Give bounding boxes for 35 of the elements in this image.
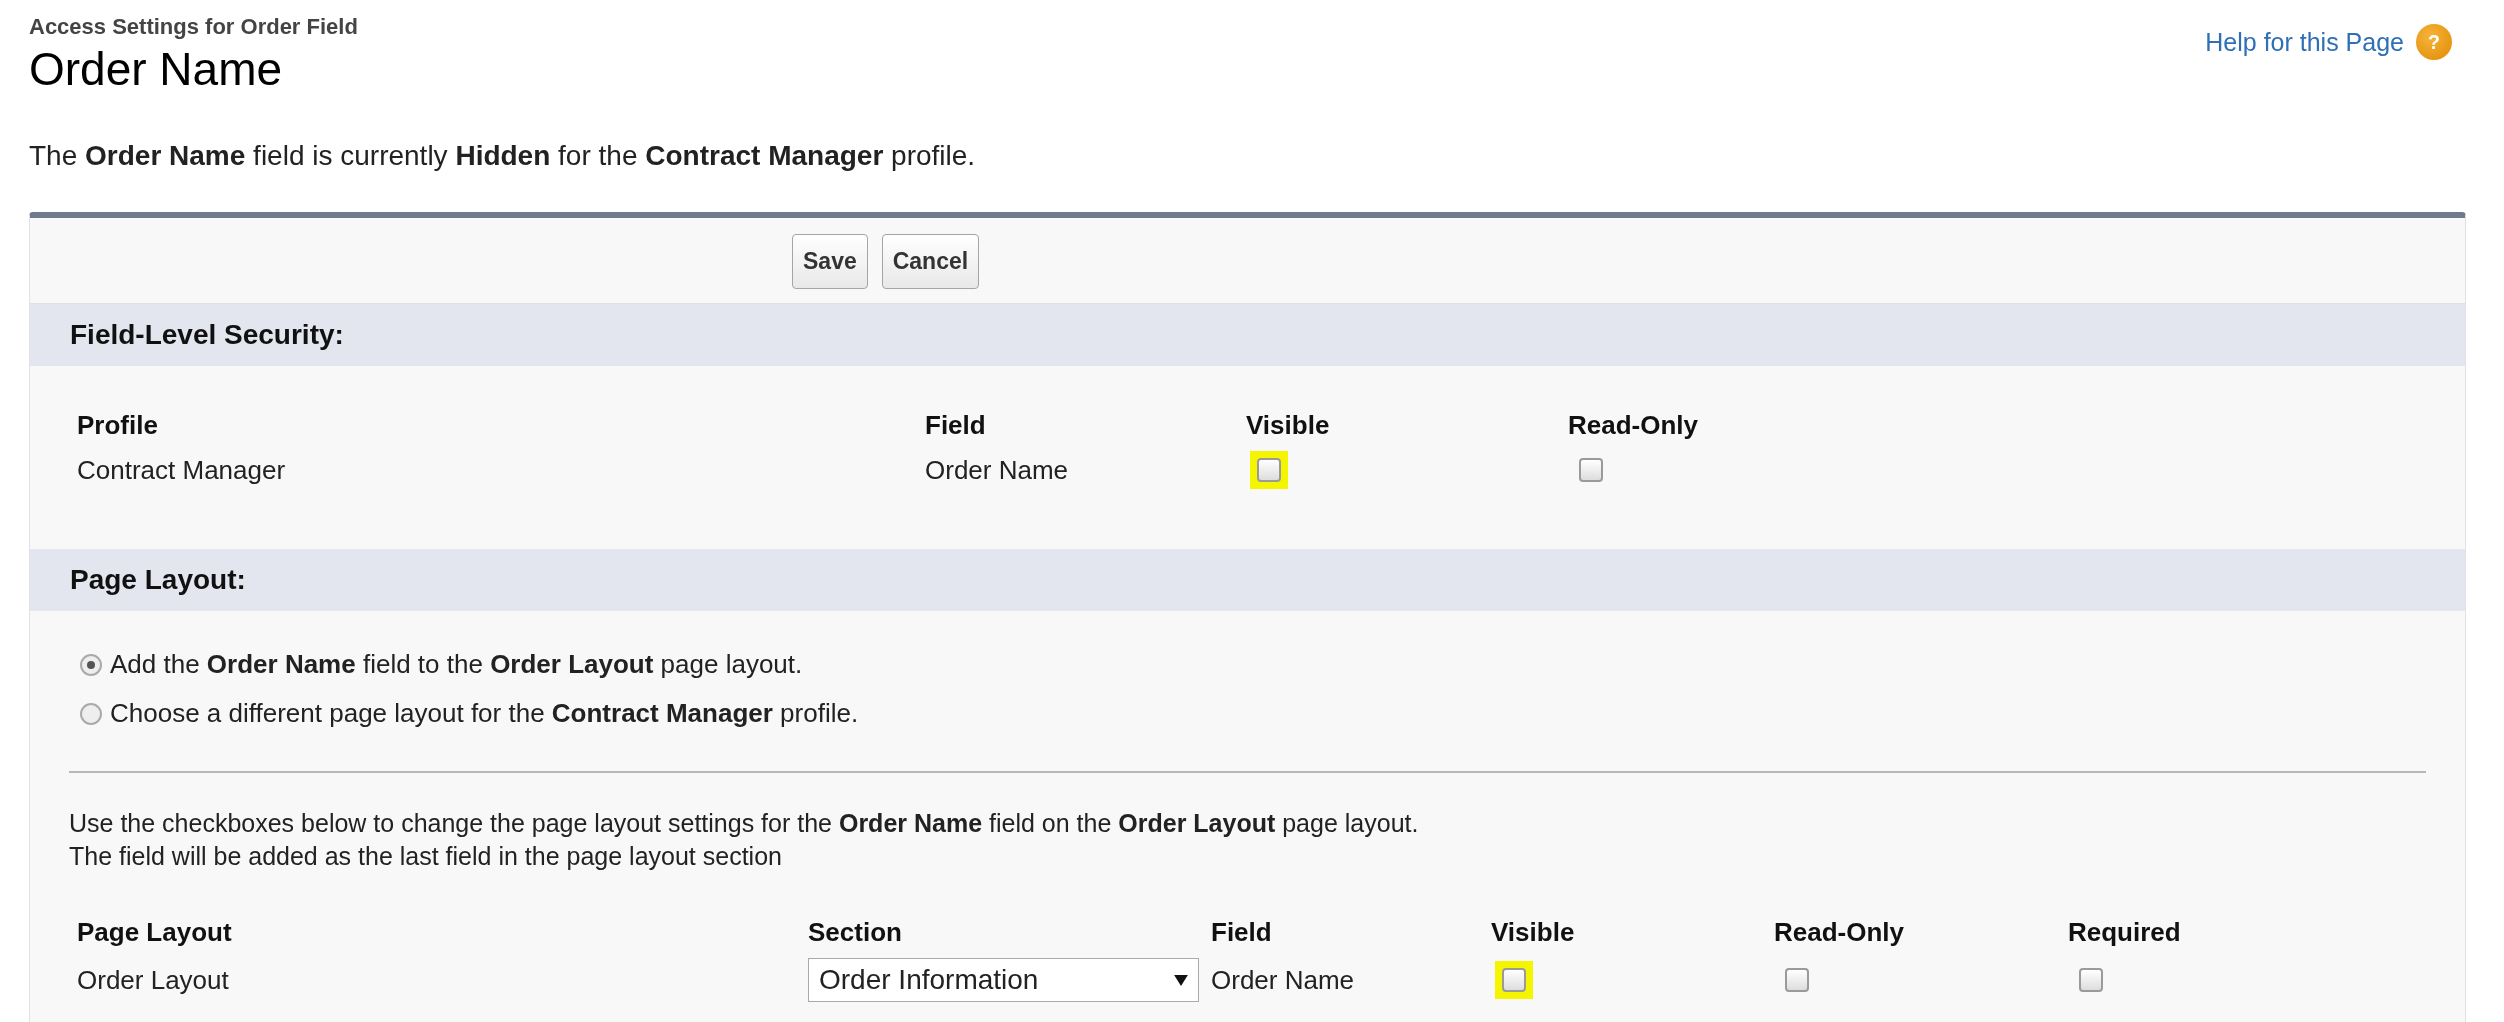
section-header: Page Layout: xyxy=(30,549,2465,611)
column-header: Required xyxy=(2068,917,2181,947)
instruction-text: Use the checkboxes below to change the page layout settings for the Order Name field on the Order Layout page layout. xyxy=(69,808,1420,839)
column-header: Profile xyxy=(77,410,158,440)
column-header: Field xyxy=(925,410,986,440)
status-message: The Order Name field is currently Hidden for the Contract Manager profile. xyxy=(29,140,977,172)
table-cell: Order Name xyxy=(1211,964,1355,995)
page-title: Order Name xyxy=(29,42,284,96)
column-header: Read-Only xyxy=(1568,410,1699,440)
help-link[interactable]: Help for this Page xyxy=(2205,27,2404,57)
radio-button[interactable] xyxy=(80,653,102,676)
column-header: Visible xyxy=(1491,917,1575,947)
column-header: Page Layout xyxy=(77,917,232,947)
caret-icon xyxy=(1174,974,1188,986)
radio-label: Choose a different page layout for the Contract Manager profile. xyxy=(110,698,859,729)
section-dropdown[interactable]: Order Information xyxy=(808,958,1199,1002)
column-header: Visible xyxy=(1246,410,1330,440)
checkbox[interactable] xyxy=(1257,458,1281,482)
action-button[interactable]: Save xyxy=(792,234,868,289)
column-header: Read-Only xyxy=(1774,917,1905,947)
instruction-text: The field will be added as the last field in the page layout section xyxy=(69,841,783,872)
page-breadcrumb: Access Settings for Order Field xyxy=(29,14,358,40)
section-header: Field-Level Security: xyxy=(30,304,2465,366)
checkbox[interactable] xyxy=(1502,968,1526,992)
checkbox[interactable] xyxy=(2079,968,2103,992)
table-cell: Order Name xyxy=(925,454,1069,485)
table-cell: Contract Manager xyxy=(77,454,286,485)
checkbox[interactable] xyxy=(1785,968,1809,992)
checkbox[interactable] xyxy=(1579,458,1603,482)
action-button[interactable]: Cancel xyxy=(881,234,980,289)
column-header: Field xyxy=(1211,917,1272,947)
column-header: Section xyxy=(808,917,902,947)
radio-label: Add the Order Name field to the Order Layout page layout. xyxy=(110,649,803,680)
radio-button[interactable] xyxy=(80,702,102,725)
table-cell: Order Layout xyxy=(77,964,229,995)
